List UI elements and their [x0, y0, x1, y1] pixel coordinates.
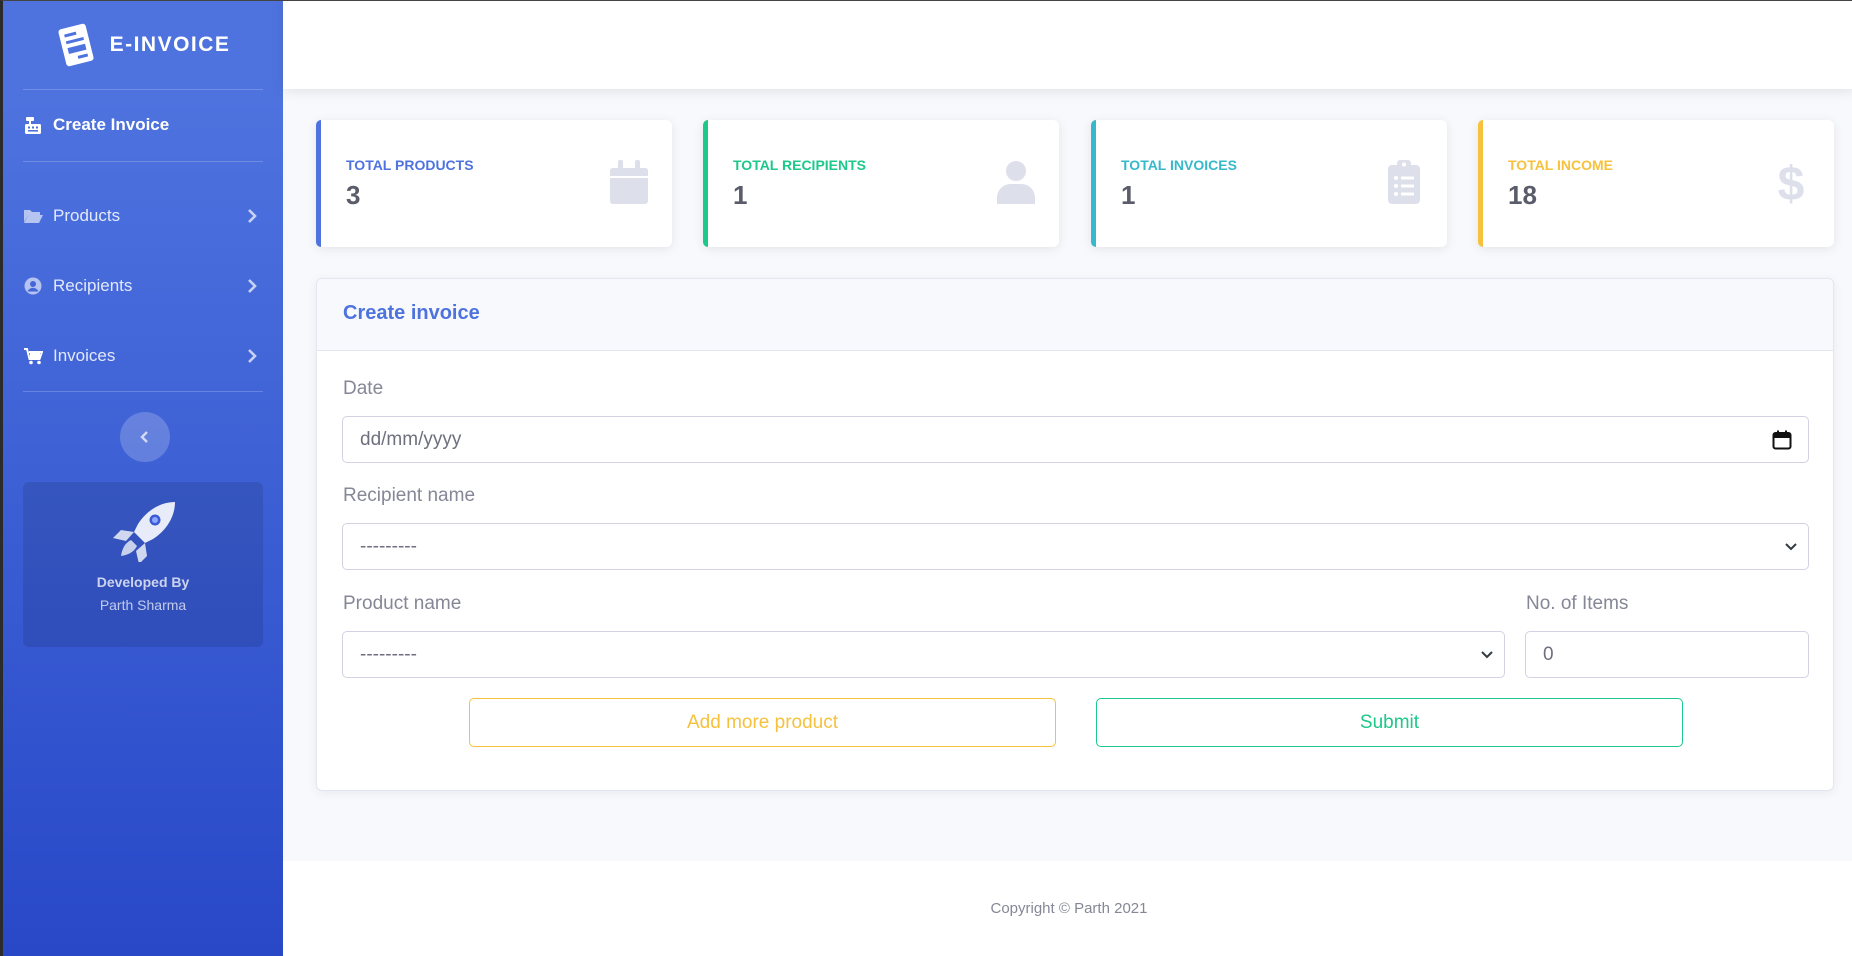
svg-text:$: $	[1778, 160, 1805, 204]
sidebar: E-INVOICE Create Invoice Products Recipi…	[3, 1, 283, 956]
sidebar-item-label: Invoices	[53, 346, 116, 365]
sidebar-toggle-button[interactable]	[120, 412, 170, 462]
card-accent-bar	[1478, 120, 1483, 247]
card-accent-bar	[703, 120, 708, 247]
recipient-selected-value: ---------	[360, 535, 417, 557]
copyright-text: Copyright © Parth 2021	[990, 900, 1148, 917]
card-accent-bar	[1091, 120, 1096, 247]
footer: Copyright © Parth 2021	[283, 861, 1852, 956]
sidebar-divider	[23, 391, 263, 392]
sidebar-item-recipients[interactable]: Recipients	[23, 271, 263, 301]
stat-label: TOTAL INVOICES	[1121, 157, 1237, 173]
topbar	[283, 1, 1852, 89]
calendar-icon	[610, 160, 648, 204]
sidebar-item-label: Recipients	[53, 276, 133, 295]
chevron-down-icon	[1481, 651, 1493, 659]
stat-value: 1	[733, 180, 748, 210]
stat-label: TOTAL RECIPIENTS	[733, 157, 867, 173]
recipient-label: Recipient name	[343, 485, 476, 506]
sidebar-item-label: Products	[53, 206, 121, 225]
sidebar-promo-card: Developed By Parth Sharma	[23, 482, 263, 647]
stat-label: TOTAL PRODUCTS	[346, 157, 474, 173]
promo-title: Developed By	[96, 574, 190, 590]
clipboard-list-icon	[1388, 160, 1420, 204]
stat-card-total-invoices: TOTAL INVOICES 1	[1091, 120, 1447, 247]
brand-name: E-INVOICE	[109, 33, 231, 56]
stat-value: 3	[346, 180, 361, 210]
promo-subtitle: Parth Sharma	[99, 597, 187, 613]
chevron-right-icon	[248, 209, 257, 223]
items-value: 0	[1543, 643, 1554, 665]
stat-value: 1	[1121, 180, 1136, 210]
user-circle-icon	[23, 277, 43, 295]
date-label: Date	[343, 378, 384, 399]
card-accent-bar	[316, 120, 321, 247]
calendar-picker-icon[interactable]	[1772, 430, 1792, 450]
stat-label: TOTAL INCOME	[1508, 157, 1613, 173]
product-label: Product name	[343, 593, 462, 614]
chevron-right-icon	[248, 279, 257, 293]
items-label: No. of Items	[1526, 593, 1629, 614]
sidebar-item-products[interactable]: Products	[23, 201, 263, 231]
date-placeholder: dd/mm/yyyy	[360, 428, 462, 450]
sidebar-divider	[23, 89, 263, 90]
card-title: Create invoice	[343, 302, 480, 324]
invoice-logo-icon	[58, 23, 94, 67]
folder-open-icon	[23, 207, 43, 225]
sidebar-item-label: Create Invoice	[53, 115, 170, 134]
sidebar-brand[interactable]: E-INVOICE	[3, 1, 283, 89]
date-input[interactable]: dd/mm/yyyy	[342, 416, 1809, 463]
chevron-down-icon	[1785, 543, 1797, 551]
add-more-product-button[interactable]: Add more product	[469, 698, 1056, 747]
stat-card-total-income: TOTAL INCOME 18 $	[1478, 120, 1834, 247]
sidebar-divider	[23, 161, 263, 162]
product-select[interactable]: ---------	[342, 631, 1505, 678]
items-input[interactable]: 0	[1525, 631, 1809, 678]
recipient-select[interactable]: ---------	[342, 523, 1809, 570]
submit-button[interactable]: Submit	[1096, 698, 1683, 747]
sidebar-item-create-invoice[interactable]: Create Invoice	[23, 110, 263, 140]
chevron-left-icon	[140, 431, 148, 443]
chevron-right-icon	[248, 349, 257, 363]
stat-card-total-products: TOTAL PRODUCTS 3	[316, 120, 672, 247]
product-selected-value: ---------	[360, 643, 417, 665]
cash-register-icon	[23, 116, 43, 134]
rocket-icon	[113, 502, 175, 562]
shopping-cart-icon	[23, 347, 43, 365]
stat-value: 18	[1508, 180, 1537, 210]
user-icon	[997, 161, 1035, 204]
stat-card-total-recipients: TOTAL RECIPIENTS 1	[703, 120, 1059, 247]
sidebar-item-invoices[interactable]: Invoices	[23, 341, 263, 371]
dollar-icon: $	[1778, 160, 1805, 204]
card-header: Create invoice	[317, 279, 1833, 351]
create-invoice-card: Create invoice Date dd/mm/yyyy Recipient…	[316, 278, 1834, 791]
